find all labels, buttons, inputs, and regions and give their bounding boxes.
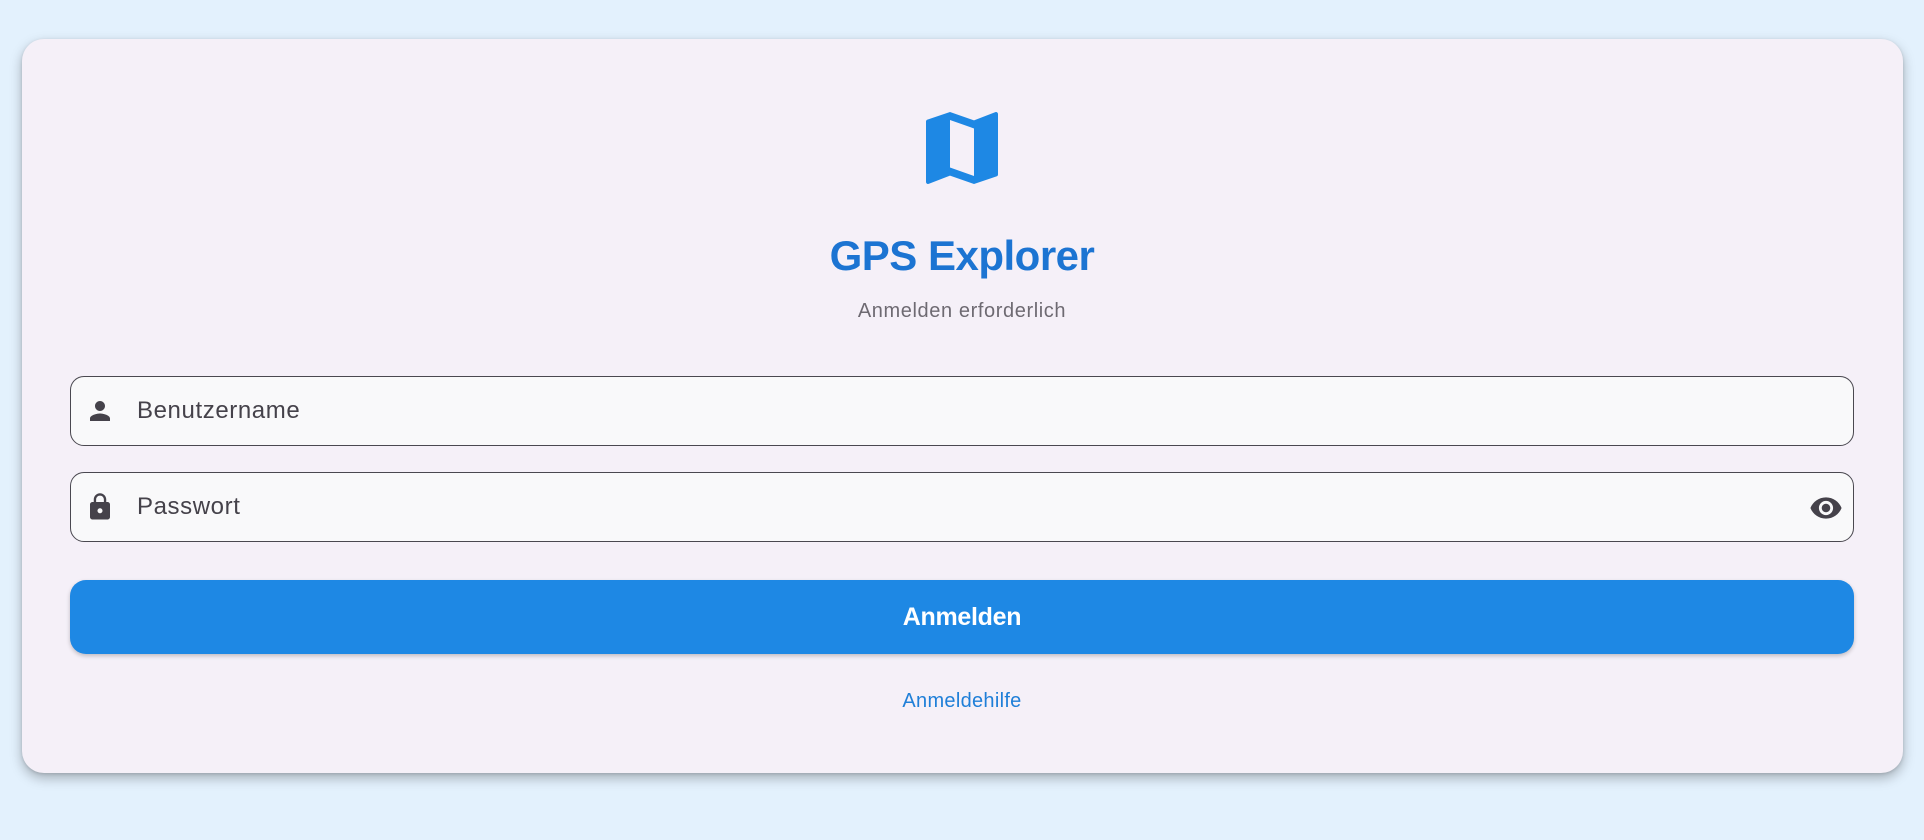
map-icon [926, 112, 998, 184]
password-field[interactable]: Passwort [70, 472, 1854, 542]
help-link-row: Anmeldehilfe [0, 690, 1924, 713]
login-subtitle: Anmelden erforderlich [857, 300, 1067, 322]
eye-icon[interactable] [1809, 491, 1843, 525]
username-placeholder[interactable]: Benutzername [137, 377, 300, 444]
lock-icon [90, 493, 110, 520]
person-icon [90, 401, 110, 421]
password-placeholder[interactable]: Passwort [137, 473, 241, 540]
app-title: GPS Explorer [829, 232, 1095, 279]
username-field[interactable]: Benutzername [70, 376, 1854, 446]
login-help-link[interactable]: Anmeldehilfe [902, 690, 1021, 712]
login-button[interactable]: Anmelden [70, 580, 1854, 654]
